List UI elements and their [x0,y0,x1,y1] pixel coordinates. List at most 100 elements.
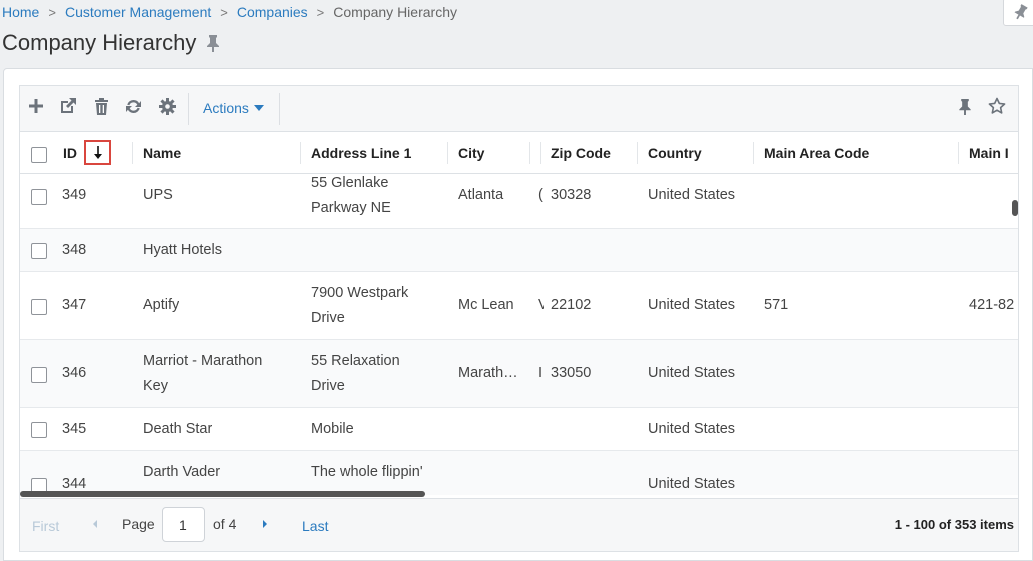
cell-country: United States [648,421,736,437]
column-divider [753,142,754,164]
column-header-zip[interactable]: Zip Code [551,132,611,174]
corner-pin-button[interactable] [1003,0,1033,26]
page-count-label: of 4 [213,516,237,532]
column-header-main-area-code[interactable]: Main Area Code [764,132,869,174]
cell-address: The whole flippin' [311,464,423,480]
column-divider [529,142,530,164]
cell-id: 349 [62,187,87,203]
cell-name: Death Star [143,421,213,437]
cell-address: 55 Relaxation Drive [311,353,400,394]
table-row[interactable]: 349 UPS 55 Glenlake Parkway NE Atlanta (… [20,175,1018,229]
cell-state: ( [538,187,543,203]
column-header-country[interactable]: Country [648,132,702,174]
toolbar-divider [188,93,189,125]
row-checkbox[interactable] [31,422,47,438]
breadcrumb-companies-link[interactable]: Companies [237,4,308,20]
delete-icon[interactable] [91,96,111,116]
row-checkbox[interactable] [31,243,47,259]
cell-city: Marath… [458,365,518,381]
breadcrumb-customer-management-link[interactable]: Customer Management [65,4,211,20]
pin-icon[interactable] [955,96,975,116]
column-divider [958,142,959,164]
column-header-main-phone[interactable]: Main I [969,132,1009,174]
breadcrumb-separator-icon: > [220,4,228,20]
horizontal-scrollbar[interactable] [20,491,425,497]
row-checkbox[interactable] [31,189,47,205]
cell-country: United States [648,187,736,203]
cell-name: Darth Vader [143,464,221,480]
actions-dropdown[interactable]: Actions [203,100,264,116]
cell-address: 7900 Westpark Drive [311,285,409,326]
pager-info: 1 - 100 of 353 items [894,517,1014,532]
column-divider [300,142,301,164]
table-row[interactable]: 348 Hyatt Hotels [20,229,1018,272]
first-page-button[interactable]: First [32,518,59,534]
cell-id: 345 [62,421,87,437]
table-row[interactable]: 344 Darth Vader The whole flippin' Unite… [20,451,1018,495]
row-checkbox[interactable] [31,367,47,383]
cell-name: Marriot - Marathon Key [143,353,263,394]
cell-city: Mc Lean [458,297,514,313]
refresh-icon[interactable] [123,96,143,116]
content-panel: Actions ID Name Address Line 1 City Zip … [3,68,1033,561]
column-divider [540,142,541,164]
cell-state: I [538,365,543,381]
select-all-checkbox[interactable] [31,147,47,163]
grid-header: ID Name Address Line 1 City Zip Code Cou… [20,132,1018,174]
chevron-left-icon [93,520,97,528]
table-row[interactable]: 345 Death Star Mobile United States [20,408,1018,451]
cell-name: UPS [143,187,173,203]
sort-indicator[interactable] [84,140,111,165]
column-header-name[interactable]: Name [143,132,181,174]
cell-zip: 33050 [551,365,592,381]
table-row[interactable]: 347 Aptify 7900 Westpark Drive Mc Lean V… [20,272,1018,340]
breadcrumb-separator-icon: > [48,4,56,20]
column-divider [132,142,133,164]
previous-page-button[interactable] [91,516,99,532]
cell-name: Hyatt Hotels [143,242,222,258]
breadcrumb-home-link[interactable]: Home [2,4,39,20]
cell-country: United States [648,365,736,381]
cell-country: United States [648,476,736,492]
breadcrumb-separator-icon: > [316,4,325,20]
cell-id: 346 [62,365,87,381]
actions-label: Actions [203,100,249,116]
cell-zip: 30328 [551,187,592,203]
cell-address: 55 Glenlake Parkway NE [311,175,391,216]
star-icon[interactable] [987,96,1007,116]
grid-pager: First Page of 4 Last 1 - 100 of 353 item… [20,498,1018,551]
next-page-button[interactable] [261,516,269,532]
pin-icon[interactable] [206,34,220,52]
settings-icon[interactable] [157,96,177,116]
page-label: Page [122,516,155,532]
open-external-icon[interactable] [58,96,78,116]
row-checkbox[interactable] [31,299,47,315]
pin-icon [1014,4,1028,20]
cell-state: V [538,293,544,318]
vertical-scrollbar[interactable] [1012,200,1018,216]
toolbar-divider [279,93,280,125]
table-row[interactable]: 346 Marriot - Marathon Key 55 Relaxation… [20,340,1018,408]
arrow-down-icon [93,145,102,159]
cell-id: 348 [62,242,87,258]
breadcrumb: Home > Customer Management > Companies >… [2,4,457,20]
cell-phone: 421-82 [969,297,1015,313]
cell-zip: 22102 [551,297,592,313]
cell-area-code: 571 [764,297,789,313]
page-number-input[interactable] [162,507,205,542]
cell-city: Atlanta [458,187,504,203]
grid-body: 349 UPS 55 Glenlake Parkway NE Atlanta (… [20,175,1018,495]
cell-id: 347 [62,297,87,313]
column-header-address[interactable]: Address Line 1 [311,132,411,174]
last-page-button[interactable]: Last [302,518,328,534]
column-header-id[interactable]: ID [63,132,77,174]
add-icon[interactable] [26,96,46,116]
grid-toolbar: Actions [20,86,1018,132]
column-header-city[interactable]: City [458,132,484,174]
column-divider [447,142,448,164]
cell-address: Mobile [311,421,354,437]
column-divider [637,142,638,164]
cell-country: United States [648,297,736,313]
page-title-text: Company Hierarchy [2,30,197,55]
page-title: Company Hierarchy [2,30,220,56]
